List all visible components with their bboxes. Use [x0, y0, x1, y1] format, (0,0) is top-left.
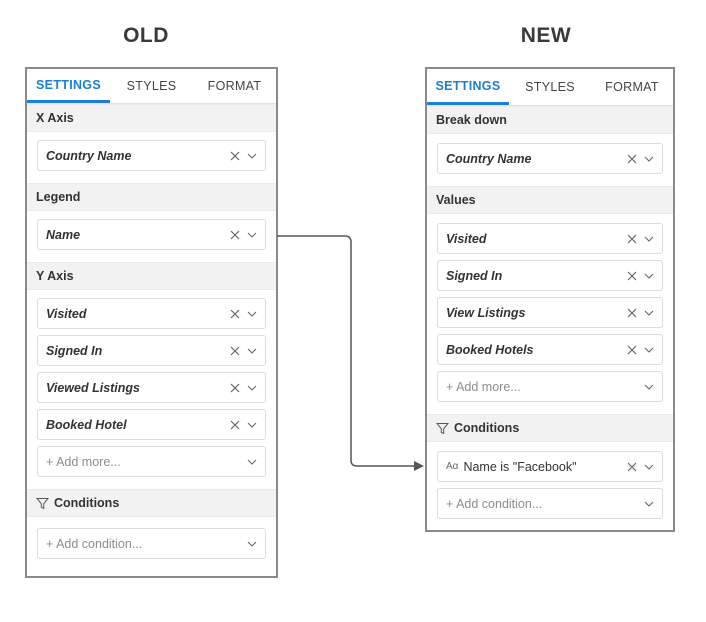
mapping-arrow — [277, 235, 424, 471]
